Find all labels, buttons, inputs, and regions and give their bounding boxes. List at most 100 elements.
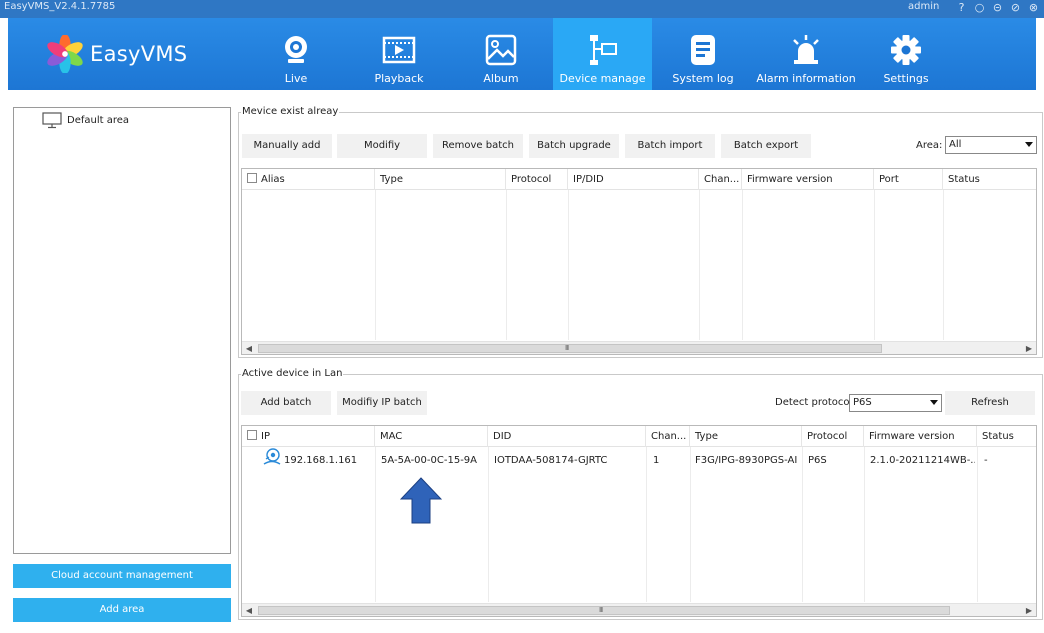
- table-row[interactable]: 192.168.1.161 5A-5A-00-0C-15-9A IOTDAA-5…: [242, 448, 1036, 470]
- lan-device-group: Active device in Lan Add batch Modifiy I…: [238, 368, 1043, 620]
- column-header-firmware[interactable]: Firmware version: [742, 169, 874, 190]
- modify-button[interactable]: Modifiy: [337, 134, 427, 158]
- film-icon: [382, 36, 416, 64]
- device-exist-title: Mevice exist alreay: [241, 106, 340, 117]
- current-user: admin: [908, 1, 940, 12]
- scroll-left-icon[interactable]: ◀: [244, 605, 254, 616]
- log-document-icon: [691, 35, 715, 65]
- column-header-port[interactable]: Port: [874, 169, 943, 190]
- column-header-firmware[interactable]: Firmware version: [864, 426, 977, 447]
- nav-device-manage[interactable]: Device manage: [553, 18, 652, 90]
- close-icon[interactable]: ⊗: [1027, 1, 1040, 14]
- add-area-button[interactable]: Add area: [13, 598, 231, 622]
- cell-ip: 192.168.1.161: [284, 455, 358, 466]
- scroll-thumb[interactable]: III: [258, 344, 882, 353]
- remove-batch-button[interactable]: Remove batch: [433, 134, 523, 158]
- nav-live[interactable]: Live: [243, 18, 349, 90]
- tree-item-default-area[interactable]: Default area: [42, 112, 129, 129]
- column-divider: [690, 447, 691, 602]
- column-header-protocol[interactable]: Protocol: [802, 426, 864, 447]
- nav-album[interactable]: Album: [449, 18, 553, 90]
- column-header-ip[interactable]: IP: [242, 426, 375, 447]
- device-exist-hscrollbar[interactable]: ◀ III ▶: [242, 341, 1036, 354]
- column-divider: [874, 190, 875, 340]
- nav-playback-label: Playback: [374, 72, 424, 85]
- scroll-grip: III: [599, 606, 603, 614]
- alarm-light-icon: [793, 35, 819, 64]
- nav-alarm-information[interactable]: Alarm information: [754, 18, 858, 90]
- batch-export-button[interactable]: Batch export: [721, 134, 811, 158]
- nav-system-log[interactable]: System log: [652, 18, 754, 90]
- network-camera-icon: [263, 448, 281, 465]
- cell-channel: 1: [653, 455, 660, 466]
- area-select[interactable]: All: [945, 136, 1037, 154]
- column-header-did[interactable]: DID: [488, 426, 646, 447]
- detect-protocol-label: Detect protocol:: [775, 397, 856, 408]
- chevron-down-icon: [1025, 142, 1033, 147]
- batch-import-button[interactable]: Batch import: [625, 134, 715, 158]
- column-header-type[interactable]: Type: [690, 426, 802, 447]
- column-header-ip-did[interactable]: IP/DID: [568, 169, 699, 190]
- flower-logo-icon: [47, 35, 83, 73]
- cell-did: IOTDAA-508174-GJRTC: [494, 455, 608, 466]
- column-divider: [802, 447, 803, 602]
- help-icon[interactable]: ?: [955, 1, 968, 14]
- scroll-right-icon[interactable]: ▶: [1024, 343, 1034, 354]
- device-exist-table[interactable]: Alias Type Protocol IP/DID Chan... Firmw…: [241, 168, 1037, 355]
- cloud-account-management-button[interactable]: Cloud account management: [13, 564, 231, 588]
- window-controls: ? ○ ⊝ ⊘ ⊗: [955, 1, 1040, 14]
- column-divider: [506, 190, 507, 340]
- nav-playback[interactable]: Playback: [349, 18, 449, 90]
- lan-device-hscrollbar[interactable]: ◀ III ▶: [242, 603, 1036, 616]
- column-header-type[interactable]: Type: [375, 169, 506, 190]
- scroll-left-icon[interactable]: ◀: [244, 343, 254, 354]
- add-batch-button[interactable]: Add batch: [241, 391, 331, 415]
- column-header-status[interactable]: Status: [977, 426, 1036, 447]
- column-divider: [568, 190, 569, 340]
- area-tree[interactable]: Default area: [13, 107, 231, 554]
- main-nav: Live Playback Album Device manage System…: [243, 18, 954, 90]
- column-divider: [943, 190, 944, 340]
- select-all-checkbox[interactable]: [247, 173, 257, 183]
- scroll-right-icon[interactable]: ▶: [1024, 605, 1034, 616]
- scroll-grip: III: [565, 344, 569, 352]
- user-icon[interactable]: ○: [973, 1, 986, 14]
- logo-text: EasyVMS: [90, 42, 188, 66]
- column-header-status[interactable]: Status: [943, 169, 1036, 190]
- device-tree-icon: [589, 35, 617, 65]
- batch-upgrade-button[interactable]: Batch upgrade: [529, 134, 619, 158]
- gear-icon: [891, 35, 921, 65]
- column-header-channel[interactable]: Chan...: [699, 169, 742, 190]
- arrow-up-icon: [400, 477, 442, 524]
- column-header-protocol[interactable]: Protocol: [506, 169, 568, 190]
- modify-ip-batch-button[interactable]: Modifiy IP batch: [337, 391, 427, 415]
- app-logo: EasyVMS: [46, 35, 188, 73]
- detect-protocol-select[interactable]: P6S: [849, 394, 942, 412]
- nav-device-manage-label: Device manage: [559, 72, 646, 85]
- select-all-checkbox[interactable]: [247, 430, 257, 440]
- scroll-thumb[interactable]: III: [258, 606, 950, 615]
- device-exist-group: Mevice exist alreay Manually add Modifiy…: [238, 106, 1043, 358]
- cell-firmware: 2.1.0-20211214WB-...: [870, 455, 975, 466]
- detect-protocol-value: P6S: [853, 397, 872, 408]
- column-header-mac[interactable]: MAC: [375, 426, 488, 447]
- manually-add-button[interactable]: Manually add: [242, 134, 332, 158]
- refresh-button[interactable]: Refresh: [945, 391, 1035, 415]
- cell-mac: 5A-5A-00-0C-15-9A: [381, 455, 478, 466]
- tree-item-label: Default area: [67, 115, 130, 126]
- column-divider: [646, 447, 647, 602]
- column-divider: [977, 447, 978, 602]
- column-header-channel[interactable]: Chan...: [646, 426, 690, 447]
- lan-device-table[interactable]: IP MAC DID Chan... Type Protocol Firmwar…: [241, 425, 1037, 617]
- lock-icon[interactable]: ⊘: [1009, 1, 1022, 14]
- minimize-icon[interactable]: ⊝: [991, 1, 1004, 14]
- cell-protocol: P6S: [808, 455, 827, 466]
- lan-device-table-header: IP MAC DID Chan... Type Protocol Firmwar…: [242, 426, 1036, 447]
- column-header-alias[interactable]: Alias: [242, 169, 375, 190]
- nav-settings[interactable]: Settings: [858, 18, 954, 90]
- column-divider: [742, 190, 743, 340]
- title-bar: EasyVMS_V2.4.1.7785 admin ? ○ ⊝ ⊘ ⊗: [0, 0, 1044, 18]
- monitor-icon: [42, 112, 62, 129]
- column-divider: [375, 447, 376, 602]
- chevron-down-icon: [930, 400, 938, 405]
